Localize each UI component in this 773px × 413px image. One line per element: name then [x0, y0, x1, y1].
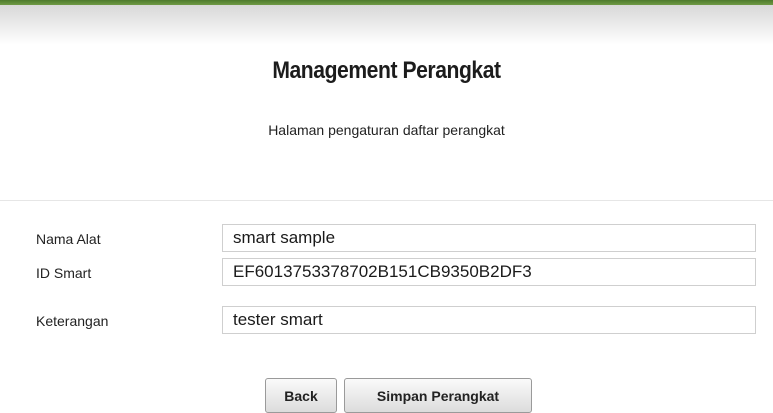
header-shadow — [0, 5, 773, 45]
id-smart-input[interactable] — [222, 258, 756, 286]
save-device-button[interactable]: Simpan Perangkat — [344, 378, 532, 413]
back-button[interactable]: Back — [265, 378, 337, 413]
page-subtitle: Halaman pengaturan daftar perangkat — [268, 122, 505, 138]
section-divider — [0, 200, 773, 201]
keterangan-label: Keterangan — [36, 313, 109, 329]
nama-alat-label: Nama Alat — [36, 231, 101, 247]
keterangan-input[interactable] — [222, 306, 756, 334]
page-title: Management Perangkat — [272, 57, 501, 84]
id-smart-label: ID Smart — [36, 265, 92, 281]
nama-alat-input[interactable] — [222, 224, 756, 252]
